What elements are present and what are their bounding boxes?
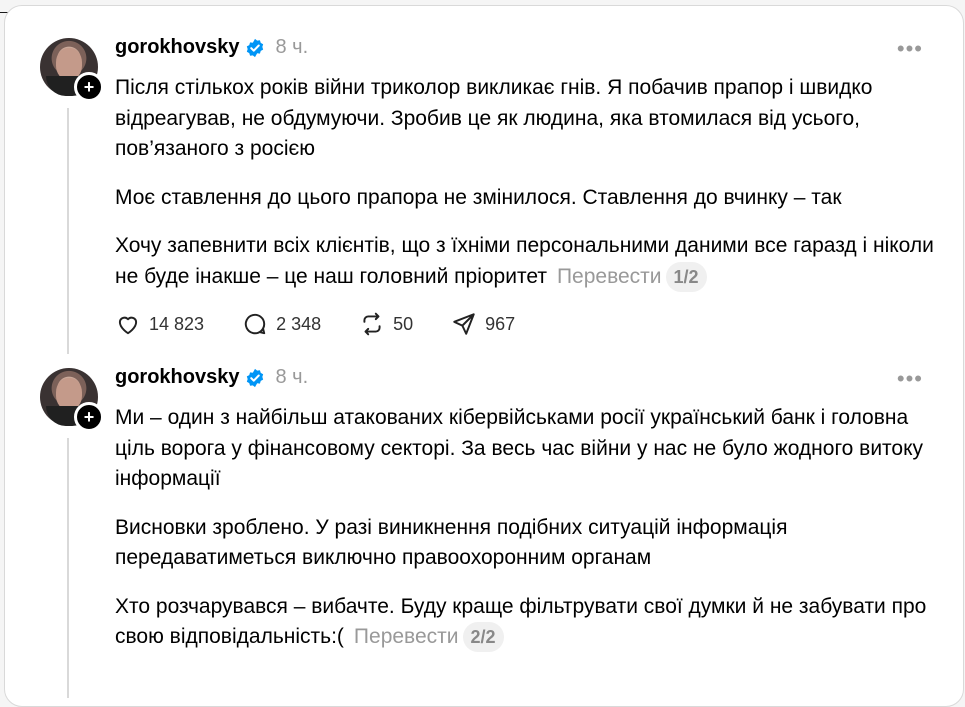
repost-button[interactable]: 50 [359, 311, 413, 337]
share-icon [453, 313, 475, 335]
thread-line [67, 108, 69, 354]
paragraph-text: Хочу запевнити всіх клієнтів, що з їхнім… [115, 234, 934, 288]
share-count: 967 [485, 313, 516, 334]
more-icon[interactable]: ••• [897, 368, 923, 390]
post-time[interactable]: 8 ч. [275, 36, 308, 59]
post-header: gorokhovsky 8 ч. [115, 366, 308, 389]
paragraph: Хочу запевнити всіх клієнтів, що з їхнім… [115, 231, 945, 292]
paragraph: Хто розчарувався – вибачте. Буду краще ф… [115, 592, 945, 653]
repost-icon [363, 312, 381, 336]
page-indicator: 2/2 [462, 622, 504, 653]
paragraph: Висновки зроблено. У разі виникнення под… [115, 515, 788, 570]
share-button[interactable]: 967 [451, 311, 515, 337]
post-text: Ми – один з найбільш атакованих кібервій… [115, 403, 945, 671]
like-button[interactable]: 14 823 [115, 311, 204, 337]
like-count: 14 823 [149, 313, 205, 334]
follow-plus-icon[interactable]: + [74, 72, 104, 102]
more-icon[interactable]: ••• [897, 38, 923, 60]
verified-badge-icon [247, 38, 264, 57]
comment-icon [244, 313, 266, 335]
heart-icon [118, 316, 138, 335]
thread-line [67, 438, 69, 698]
comment-count: 2 348 [276, 313, 322, 334]
post-header: gorokhovsky 8 ч. [115, 36, 308, 59]
username[interactable]: gorokhovsky [115, 36, 239, 59]
repost-count: 50 [393, 313, 414, 334]
paragraph: Ми – один з найбільш атакованих кібервій… [115, 406, 924, 490]
post-text: Після стількох років війни триколор викл… [115, 73, 945, 310]
username[interactable]: gorokhovsky [115, 366, 239, 389]
translate-link[interactable]: Перевести [557, 265, 662, 288]
paragraph-text: Хто розчарувався – вибачте. Буду краще ф… [115, 594, 927, 649]
comment-button[interactable]: 2 348 [242, 311, 321, 337]
avatar[interactable]: + [40, 368, 104, 432]
follow-plus-icon[interactable]: + [74, 402, 104, 432]
translate-link[interactable]: Перевести [354, 625, 459, 648]
page-indicator: 1/2 [665, 261, 707, 292]
thread-card: + gorokhovsky 8 ч. ••• Після стількох ро… [4, 5, 964, 707]
post-time[interactable]: 8 ч. [275, 366, 308, 389]
verified-badge-icon [247, 368, 264, 387]
paragraph: Моє ставлення до цього прапора не змінил… [115, 185, 842, 209]
avatar[interactable]: + [40, 38, 104, 102]
paragraph: Після стількох років війни триколор викл… [115, 76, 873, 160]
action-bar: 14 823 2 348 50 967 [115, 311, 553, 337]
